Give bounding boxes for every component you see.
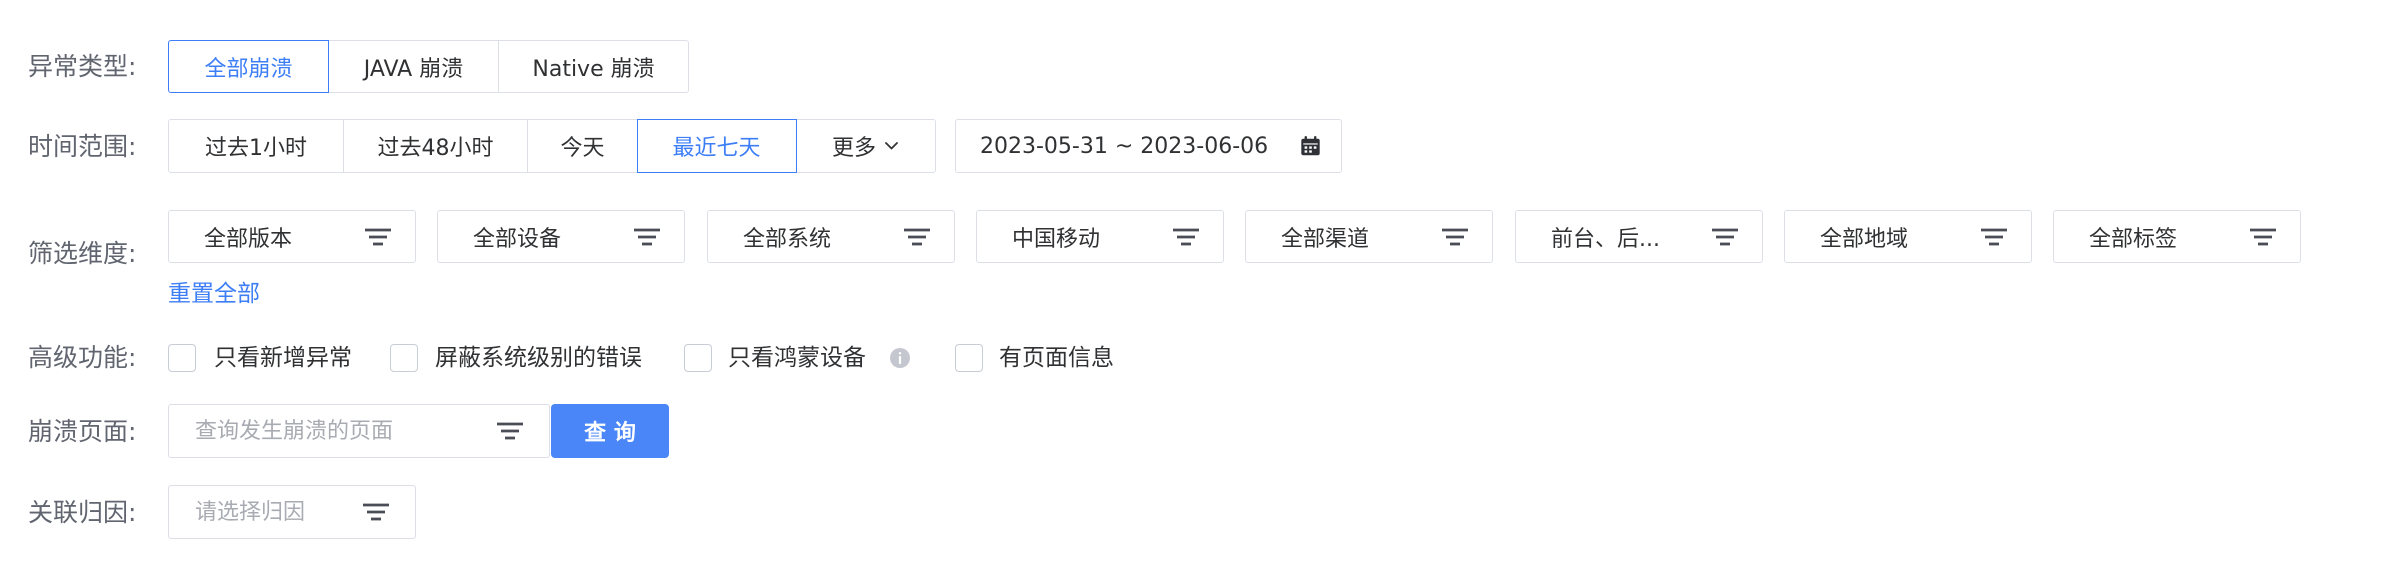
attribution-field [168, 485, 416, 539]
has-page-info-label: 有页面信息 [999, 345, 1114, 371]
crash-page-input[interactable] [195, 405, 495, 457]
crash-page-field [168, 404, 550, 458]
filter-icon [1712, 228, 1738, 245]
filter-icon[interactable] [361, 502, 391, 522]
filter-carrier-label: 中国移动 [1012, 226, 1101, 252]
date-range-text: 2023-05-31 ~ 2023-06-06 [980, 133, 1269, 159]
filter-dimension-label: 筛选维度: [28, 239, 137, 268]
has-page-info-checkbox[interactable] [955, 344, 983, 372]
info-icon[interactable] [889, 347, 911, 369]
filter-foreground-background-label: 前台、后... [1551, 226, 1660, 252]
crash-type-all-button[interactable]: 全部崩溃 [168, 40, 329, 93]
crash-type-segmented: 全部崩溃 JAVA 崩溃 Native 崩溃 [168, 40, 689, 93]
date-range-picker[interactable]: 2023-05-31 ~ 2023-06-06 [955, 119, 1342, 173]
crash-type-native-button[interactable]: Native 崩溃 [498, 40, 689, 93]
mask-system-errors-checkbox[interactable] [390, 344, 418, 372]
filter-device-label: 全部设备 [473, 226, 562, 252]
filter-channel-label: 全部渠道 [1281, 226, 1370, 252]
calendar-icon [1301, 136, 1320, 156]
query-button[interactable]: 查 询 [551, 404, 669, 458]
harmony-devices-only-label: 只看鸿蒙设备 [728, 345, 866, 371]
filter-system[interactable]: 全部系统 [707, 210, 955, 263]
new-exception-only-checkbox[interactable] [168, 344, 196, 372]
chevron-down-icon [885, 142, 898, 150]
filter-system-label: 全部系统 [743, 226, 832, 252]
filter-icon [1173, 228, 1199, 245]
time-range-segmented: 过去1小时 过去48小时 今天 最近七天 更多 [168, 119, 936, 173]
filter-icon [1442, 228, 1468, 245]
filter-foreground-background[interactable]: 前台、后... [1515, 210, 1763, 263]
filter-icon [2250, 228, 2276, 245]
filter-icon[interactable] [495, 421, 525, 441]
filter-carrier[interactable]: 中国移动 [976, 210, 1224, 263]
filter-icon [365, 228, 391, 245]
filter-region[interactable]: 全部地域 [1784, 210, 2032, 263]
filter-version-label: 全部版本 [204, 226, 293, 252]
filter-channel[interactable]: 全部渠道 [1245, 210, 1493, 263]
time-range-label: 时间范围: [28, 132, 137, 161]
filter-icon [634, 228, 660, 245]
crash-type-java-button[interactable]: JAVA 崩溃 [327, 40, 500, 93]
mask-system-errors-label: 屏蔽系统级别的错误 [435, 345, 642, 371]
time-range-7d-button[interactable]: 最近七天 [636, 119, 797, 173]
filter-device[interactable]: 全部设备 [437, 210, 685, 263]
filter-icon [1981, 228, 2007, 245]
filter-tag-label: 全部标签 [2089, 226, 2178, 252]
crash-page-label: 崩溃页面: [28, 417, 137, 446]
harmony-devices-only-checkbox[interactable] [684, 344, 712, 372]
time-range-more-dropdown[interactable]: 更多 [795, 119, 936, 173]
more-label: 更多 [831, 136, 876, 161]
filter-region-label: 全部地域 [1820, 226, 1909, 252]
time-range-1h-button[interactable]: 过去1小时 [168, 119, 344, 173]
advanced-label: 高级功能: [28, 343, 137, 372]
time-range-48h-button[interactable]: 过去48小时 [342, 119, 529, 173]
filter-icon [904, 228, 930, 245]
attribution-select[interactable] [195, 486, 365, 538]
time-range-today-button[interactable]: 今天 [527, 119, 638, 173]
attribution-label: 关联归因: [28, 498, 137, 527]
crash-type-label: 异常类型: [28, 52, 137, 81]
filter-version[interactable]: 全部版本 [168, 210, 416, 263]
reset-all-link[interactable]: 重置全部 [168, 280, 260, 308]
new-exception-only-label: 只看新增异常 [214, 345, 352, 371]
filter-tag[interactable]: 全部标签 [2053, 210, 2301, 263]
